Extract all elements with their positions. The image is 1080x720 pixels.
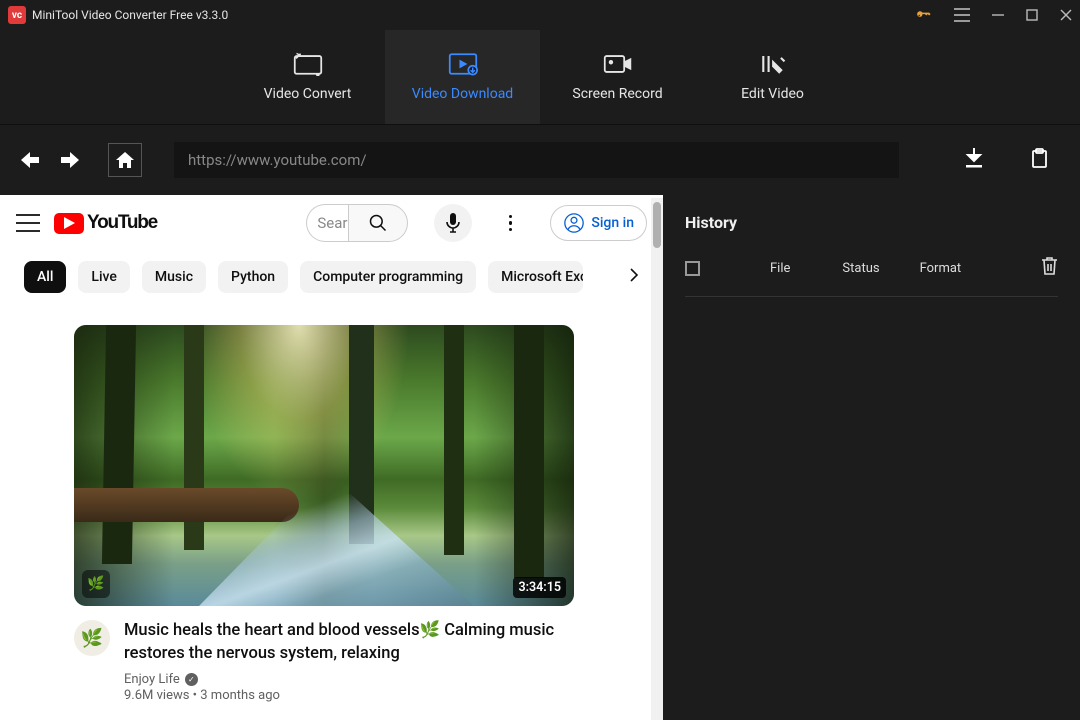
kebab-menu-icon[interactable] [498,215,522,232]
history-header: File Status Format [685,256,1058,297]
tab-label: Video Download [412,86,513,102]
close-icon[interactable] [1060,9,1072,21]
hamburger-icon[interactable] [16,214,40,232]
tab-edit-video[interactable]: Edit Video [695,30,850,124]
select-all-checkbox[interactable] [685,261,700,276]
scrollbar[interactable] [651,198,663,720]
back-button[interactable] [20,152,40,168]
tab-label: Video Convert [264,86,352,102]
video-card[interactable]: 🌿 3:34:15 🌿 Music heals the heart and bl… [0,303,663,703]
download-icon[interactable] [965,148,983,172]
video-thumbnail[interactable]: 🌿 3:34:15 [74,325,574,606]
youtube-search[interactable]: Search [306,204,408,242]
verified-icon: ✓ [185,673,198,686]
menu-icon[interactable] [954,8,970,22]
channel-avatar[interactable]: 🌿 [74,620,110,656]
browser-navbar [0,125,1080,195]
search-input[interactable]: Search [306,204,348,242]
youtube-header: YouTube Search Sign in [0,195,663,251]
minimize-icon[interactable] [992,9,1004,21]
search-button[interactable] [348,204,408,242]
forward-button[interactable] [60,152,80,168]
tab-label: Edit Video [741,86,804,102]
video-stats: 9.6M views • 3 months ago [124,688,574,703]
chip-live[interactable]: Live [78,261,129,293]
tab-video-convert[interactable]: Video Convert [230,30,385,124]
tab-label: Screen Record [572,86,662,102]
mic-icon[interactable] [434,204,472,242]
trash-icon[interactable] [1041,256,1058,280]
col-file: File [770,261,790,276]
key-icon[interactable] [915,7,932,24]
history-pane: History File Status Format [663,195,1080,720]
chip-excel[interactable]: Microsoft Excel [488,261,583,293]
titlebar: vc MiniTool Video Converter Free v3.3.0 [0,0,1080,30]
app-title: MiniTool Video Converter Free v3.3.0 [32,8,915,22]
channel-name[interactable]: Enjoy Life ✓ [124,672,574,687]
video-duration: 3:34:15 [513,577,566,598]
filter-chips: All Live Music Python Computer programmi… [0,251,663,303]
sign-in-button[interactable]: Sign in [550,205,647,241]
video-title[interactable]: Music heals the heart and blood vessels🌿… [124,620,574,666]
home-button[interactable] [108,143,142,177]
chip-music[interactable]: Music [142,261,206,293]
app-icon: vc [8,6,26,24]
chips-next-icon[interactable] [629,267,639,287]
maximize-icon[interactable] [1026,9,1038,21]
col-status: Status [842,261,879,276]
youtube-logo[interactable]: YouTube [54,212,157,234]
col-format: Format [920,261,962,276]
url-input[interactable] [174,142,899,178]
chip-python[interactable]: Python [218,261,288,293]
chip-computer-programming[interactable]: Computer programming [300,261,476,293]
main-tabs: Video Convert Video Download Screen Reco… [0,30,1080,125]
tab-video-download[interactable]: Video Download [385,30,540,124]
thumbnail-badge-icon: 🌿 [82,570,110,598]
chip-all[interactable]: All [24,261,66,293]
tab-screen-record[interactable]: Screen Record [540,30,695,124]
clipboard-icon[interactable] [1031,148,1048,172]
history-title: History [685,213,1058,232]
browser-pane: YouTube Search Sign in All Live Music Py… [0,195,663,720]
